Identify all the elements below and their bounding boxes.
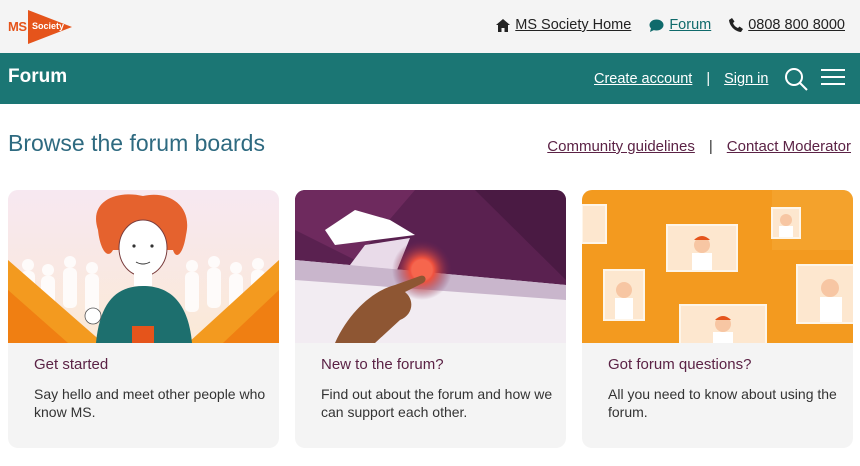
card-description: Say hello and meet other people who know…	[34, 386, 266, 420]
account-separator: |	[706, 71, 711, 87]
board-card-new-to-forum[interactable]: New to the forum? Find out about the for…	[295, 190, 566, 448]
speech-bubble-icon	[649, 19, 664, 32]
board-card-forum-questions[interactable]: Got forum questions? All you need to kno…	[582, 190, 853, 448]
search-icon[interactable]	[784, 67, 808, 91]
phone-icon	[729, 18, 744, 32]
forum-title: Forum	[8, 66, 68, 87]
forum-header: Forum Create account | Sign in	[0, 53, 860, 104]
create-account-link[interactable]: Create account	[594, 71, 692, 87]
card-description: Find out about the forum and how we can …	[321, 386, 553, 420]
contact-moderator-link[interactable]: Contact Moderator	[727, 138, 851, 155]
sign-in-link[interactable]: Sign in	[724, 71, 768, 87]
community-guidelines-link[interactable]: Community guidelines	[547, 138, 695, 155]
account-links: Create account | Sign in	[594, 71, 768, 87]
utility-bar: MS Society MS Society Home Forum 0808 80…	[0, 0, 860, 53]
guidelines-separator: |	[708, 138, 713, 155]
board-card-get-started[interactable]: Get started Say hello and meet other peo…	[8, 190, 279, 448]
ms-society-home-link[interactable]: MS Society Home	[496, 17, 631, 33]
forum-questions-illustration	[582, 190, 853, 343]
phone-link[interactable]: 0808 800 8000	[729, 17, 845, 33]
menu-icon[interactable]	[821, 69, 845, 89]
browse-title: Browse the forum boards	[8, 130, 265, 156]
new-to-forum-illustration	[295, 190, 566, 343]
card-title: Get started	[34, 356, 109, 373]
card-description: All you need to know about using the for…	[608, 386, 837, 420]
forum-link-label: Forum	[669, 17, 712, 33]
home-icon	[496, 18, 511, 32]
forum-link[interactable]: Forum	[649, 17, 711, 33]
logo-society-text: Society	[32, 21, 65, 31]
card-title: Got forum questions?	[608, 356, 752, 373]
top-links: MS Society Home Forum 0808 800 8000	[496, 17, 845, 33]
card-title: New to the forum?	[321, 356, 444, 373]
guidelines-links: Community guidelines | Contact Moderator	[547, 138, 851, 155]
ms-society-logo[interactable]: MS Society	[8, 10, 72, 44]
get-started-illustration	[8, 190, 279, 343]
phone-number: 0808 800 8000	[748, 17, 845, 33]
logo-ms-text: MS	[8, 19, 27, 34]
ms-society-home-label: MS Society Home	[515, 17, 632, 33]
